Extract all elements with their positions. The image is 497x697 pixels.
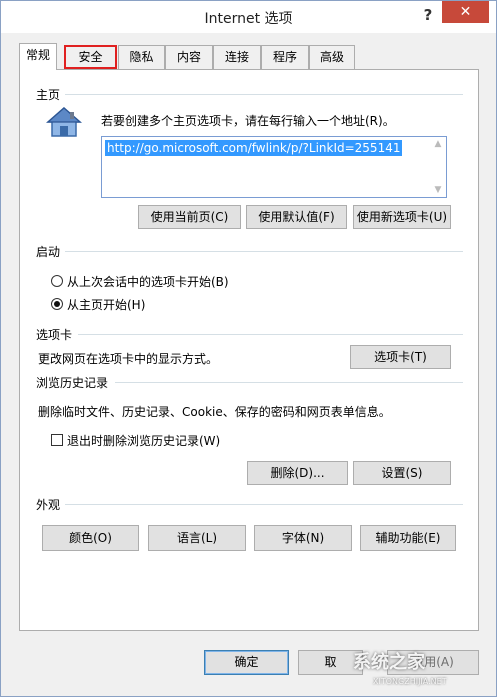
history-divider — [115, 382, 463, 383]
tab-programs[interactable]: 程序 — [261, 45, 309, 69]
appearance-divider — [65, 504, 463, 505]
internet-options-window: Internet 选项 ? ✕ 常规 安全 隐私 内容 连接 程序 高级 主页 … — [0, 0, 497, 697]
use-current-button[interactable]: 使用当前页(C) — [138, 205, 241, 229]
history-section-label: 浏览历史记录 — [36, 376, 109, 390]
startup-section-label: 启动 — [36, 245, 61, 259]
tab-advanced[interactable]: 高级 — [309, 45, 355, 69]
use-new-tab-button[interactable]: 使用新选项卡(U) — [353, 205, 451, 229]
startup-homepage-label[interactable]: 从主页开始(H) — [67, 296, 145, 313]
tab-connections[interactable]: 连接 — [213, 45, 261, 69]
homepage-instruction: 若要创建多个主页选项卡，请在每行输入一个地址(R)。 — [101, 114, 395, 128]
url-scrollbar[interactable]: ▲ ▼ — [430, 137, 446, 197]
startup-divider — [65, 251, 463, 252]
scroll-down-icon[interactable]: ▼ — [430, 185, 446, 195]
appearance-section-label: 外观 — [36, 498, 61, 512]
startup-last-session-radio[interactable] — [51, 275, 63, 287]
help-button[interactable]: ? — [415, 5, 441, 25]
languages-button[interactable]: 语言(L) — [148, 525, 246, 551]
tabs-divider — [78, 334, 463, 335]
homepage-url-value: http://go.microsoft.com/fwlink/p/?LinkId… — [105, 140, 403, 156]
history-description: 删除临时文件、历史记录、Cookie、保存的密码和网页表单信息。 — [38, 405, 391, 419]
fonts-button[interactable]: 字体(N) — [254, 525, 352, 551]
tabs-description: 更改网页在选项卡中的显示方式。 — [38, 352, 219, 366]
house-icon — [46, 107, 82, 137]
watermark-url: XITONGZHIJIA.NET — [373, 677, 447, 686]
tab-privacy[interactable]: 隐私 — [118, 45, 165, 69]
general-tab-panel: 主页 若要创建多个主页选项卡，请在每行输入一个地址(R)。 http://go.… — [19, 69, 479, 631]
startup-homepage-radio[interactable] — [51, 298, 63, 310]
scroll-up-icon[interactable]: ▲ — [430, 139, 446, 149]
homepage-section-label: 主页 — [36, 88, 61, 102]
startup-last-session-label[interactable]: 从上次会话中的选项卡开始(B) — [67, 273, 229, 290]
use-default-button[interactable]: 使用默认值(F) — [246, 205, 347, 229]
tab-security[interactable]: 安全 — [64, 45, 117, 69]
accessibility-button[interactable]: 辅助功能(E) — [360, 525, 456, 551]
title-bar[interactable]: Internet 选项 ? ✕ — [1, 1, 496, 33]
tab-content[interactable]: 内容 — [165, 45, 213, 69]
colors-button[interactable]: 颜色(O) — [42, 525, 139, 551]
tabs-section-label: 选项卡 — [36, 328, 73, 342]
homepage-divider — [65, 94, 463, 95]
delete-on-exit-checkbox[interactable] — [51, 434, 63, 446]
ok-button[interactable]: 确定 — [204, 650, 289, 675]
tab-general[interactable]: 常规 — [19, 43, 57, 70]
tabs-settings-button[interactable]: 选项卡(T) — [350, 345, 451, 369]
delete-on-exit-label[interactable]: 退出时删除浏览历史记录(W) — [67, 432, 220, 449]
delete-history-button[interactable]: 删除(D)... — [247, 461, 348, 485]
close-button[interactable]: ✕ — [442, 1, 489, 23]
history-settings-button[interactable]: 设置(S) — [353, 461, 451, 485]
homepage-url-textarea[interactable]: http://go.microsoft.com/fwlink/p/?LinkId… — [101, 136, 447, 198]
